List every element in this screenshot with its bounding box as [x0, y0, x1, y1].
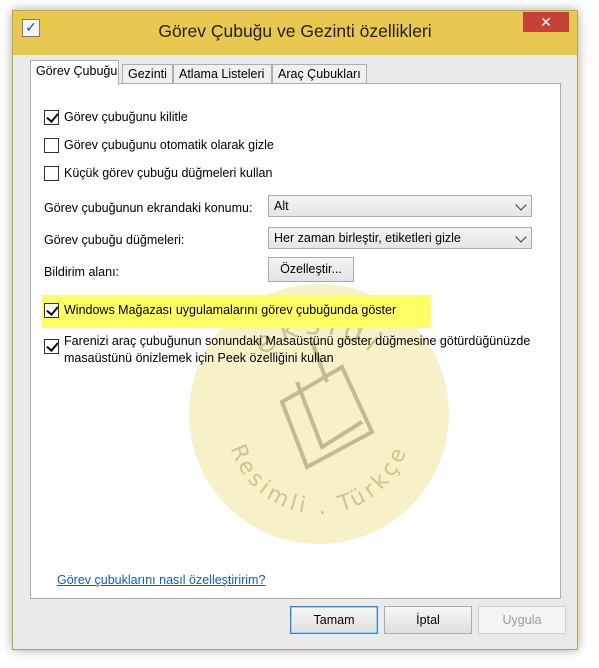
tab-navigation[interactable]: Gezinti: [122, 64, 173, 84]
watermark-bottom-text: Resimli . Türkçe: [225, 441, 409, 520]
help-link[interactable]: Görev çubuklarını nasıl özelleştiririm?: [57, 573, 265, 587]
taskbar-tab-panel: eksidi Resimli . Türkçe Görev çubuğunu k…: [30, 83, 561, 599]
cancel-button[interactable]: İptal: [384, 606, 472, 634]
auto-hide-label: Görev çubuğunu otomatik olarak gizle: [64, 138, 274, 152]
lock-taskbar-checkbox[interactable]: [44, 110, 59, 125]
taskbar-location-value: Alt: [274, 199, 289, 213]
chevron-down-icon: [515, 231, 527, 243]
buttons-combine-label: Görev çubuğu düğmeleri:: [44, 233, 185, 247]
lock-taskbar-option[interactable]: Görev çubuğunu kilitle: [44, 110, 188, 125]
chevron-down-icon: [515, 199, 527, 211]
taskbar-buttons-select[interactable]: Her zaman birleştir, etiketleri gizle: [268, 227, 532, 249]
store-apps-label: Windows Mağazası uygulamalarını görev çu…: [64, 303, 397, 317]
auto-hide-option[interactable]: Görev çubuğunu otomatik olarak gizle: [44, 138, 274, 153]
peek-checkbox[interactable]: [44, 339, 59, 354]
auto-hide-checkbox[interactable]: [44, 138, 59, 153]
apply-button[interactable]: Uygula: [478, 606, 566, 634]
title-bar[interactable]: ✓ Görev Çubuğu ve Gezinti özellikleri ✕: [13, 11, 577, 55]
taskbar-location-select[interactable]: Alt: [268, 195, 532, 217]
lock-taskbar-label: Görev çubuğunu kilitle: [64, 110, 188, 124]
location-label: Görev çubuğunun ekrandaki konumu:: [44, 201, 253, 215]
ok-button[interactable]: Tamam: [290, 606, 378, 634]
tab-taskbar[interactable]: Görev Çubuğu: [30, 60, 119, 85]
close-button[interactable]: ✕: [523, 12, 569, 32]
dialog-window: ✓ Görev Çubuğu ve Gezinti özellikleri ✕ …: [12, 10, 578, 650]
svg-text:Resimli . Türkçe: Resimli . Türkçe: [225, 441, 413, 520]
store-apps-option[interactable]: Windows Mağazası uygulamalarını görev çu…: [44, 303, 396, 318]
window-title: Görev Çubuğu ve Gezinti özellikleri: [158, 21, 432, 41]
small-buttons-checkbox[interactable]: [44, 166, 59, 181]
tab-jump-lists[interactable]: Atlama Listeleri: [173, 64, 272, 84]
taskbar-buttons-value: Her zaman birleştir, etiketleri gizle: [274, 231, 461, 245]
peek-option[interactable]: Farenizi araç çubuğunun sonundaki Masaüs…: [44, 333, 549, 367]
small-buttons-option[interactable]: Küçük görev çubuğu düğmeleri kullan: [44, 166, 272, 181]
notification-area-label: Bildirim alanı:: [44, 265, 120, 279]
customize-button[interactable]: Özelleştir...: [268, 257, 354, 282]
tab-toolbars[interactable]: Araç Çubukları: [272, 64, 367, 84]
peek-label: Farenizi araç çubuğunun sonundaki Masaüs…: [64, 334, 531, 365]
small-buttons-label: Küçük görev çubuğu düğmeleri kullan: [64, 166, 273, 180]
store-apps-checkbox[interactable]: [44, 303, 59, 318]
